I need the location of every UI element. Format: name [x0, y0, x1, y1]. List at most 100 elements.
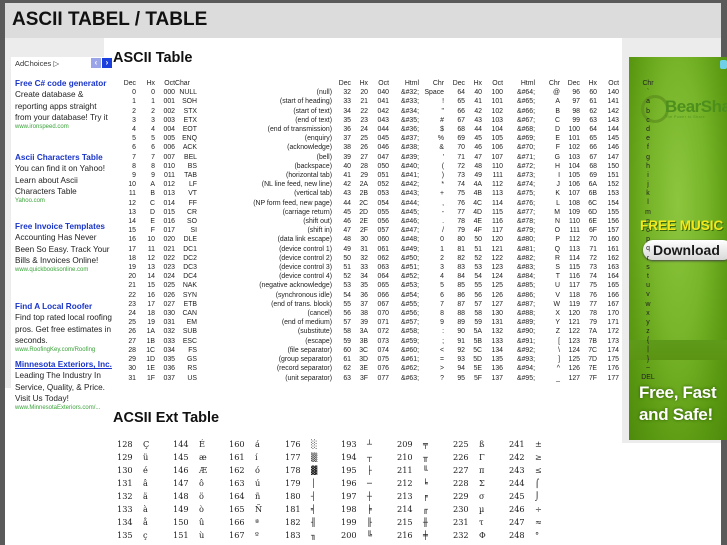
- table-cell: &#55;: [400, 300, 419, 308]
- table-cell: DC4: [183, 273, 197, 281]
- table-cell: 1: [440, 245, 444, 253]
- table-cell: ú: [255, 478, 261, 488]
- table-cell: 61: [343, 356, 351, 364]
- table-cell: (NP form feed, new page): [253, 199, 332, 207]
- table-cell: ETX: [183, 116, 197, 124]
- table-cell: 2: [151, 107, 155, 115]
- table-cell: 66: [457, 107, 465, 115]
- ad-item[interactable]: Free C# code generator Create database &…: [15, 78, 115, 132]
- ad-url[interactable]: www.quickbooksonline.com: [15, 266, 115, 275]
- table-cell: 6B: [588, 190, 597, 198]
- table-cell: 22: [128, 291, 136, 299]
- table-cell: 55: [343, 300, 351, 308]
- table-cell: 6D: [588, 208, 597, 216]
- table-cell: 72: [589, 254, 597, 262]
- table-cell: &#37;: [400, 135, 419, 143]
- ad-item[interactable]: Ascii Characters Table You can find it o…: [15, 152, 115, 206]
- table-cell: 3A: [359, 328, 368, 336]
- ad-next-button[interactable]: ›: [102, 58, 112, 68]
- table-cell: Γ: [479, 452, 485, 462]
- table-cell: 117: [569, 282, 580, 290]
- ad-title[interactable]: Free C# code generator: [15, 78, 115, 89]
- table-cell: 24: [128, 310, 136, 318]
- table-cell: (end of medium): [281, 319, 332, 327]
- table-cell: P: [555, 236, 560, 244]
- table-cell: ENQ: [182, 135, 197, 143]
- table-cell: 103: [568, 153, 581, 161]
- table-cell: K: [555, 190, 560, 198]
- ad-url[interactable]: www.MinnesotaExteriors.com/...: [15, 404, 115, 413]
- table-cell: (bell): [316, 153, 332, 161]
- table-cell: ▒: [311, 452, 318, 462]
- table-cell: 165: [607, 282, 620, 290]
- table-cell: 130: [491, 310, 504, 318]
- table-cell: 59: [474, 319, 482, 327]
- table-cell: }: [646, 355, 650, 363]
- table-cell: 14: [147, 273, 155, 281]
- table-cell: 1F: [146, 374, 155, 382]
- table-cell: BEL: [183, 153, 197, 161]
- table-cell: 20: [128, 273, 136, 281]
- column-header: Hx: [588, 80, 597, 87]
- table-cell: 193: [341, 439, 357, 449]
- table-row: 129 ü 145 æ 161 í 177 ▒ 194 ┬ 210 ╥ 226 Γ 242 ≥: [117, 451, 565, 464]
- table-cell: 106: [491, 144, 504, 152]
- table-cell: &#66;: [516, 107, 535, 115]
- table-cell: 003: [163, 116, 176, 124]
- table-cell: 122: [568, 328, 581, 336]
- table-cell: &#95;: [516, 374, 535, 382]
- ad-title[interactable]: Ascii Characters Table: [15, 152, 115, 163]
- table-cell: 148: [173, 491, 189, 501]
- ad-prev-button[interactable]: ‹: [91, 58, 101, 68]
- table-cell: 4C: [473, 199, 482, 207]
- ad-url[interactable]: www.ironspeed.com: [15, 123, 115, 132]
- table-cell: 175: [607, 356, 620, 364]
- column-header: Dec: [338, 80, 351, 87]
- table-cell: ╒: [423, 491, 428, 501]
- table-cell: 120: [568, 310, 581, 318]
- ad-title[interactable]: Free Invoice Templates: [15, 221, 115, 232]
- table-cell: ô: [199, 478, 204, 488]
- table-cell: US: [187, 374, 197, 382]
- ad-body: Create database & reporting apps straigh…: [15, 90, 108, 122]
- adchoices-label[interactable]: AdChoices ▷: [15, 59, 59, 68]
- table-cell: 84: [457, 273, 465, 281]
- table-cell: %: [437, 135, 444, 143]
- ad-url[interactable]: Yahoo.com: [15, 197, 115, 206]
- table-cell: &#59;: [400, 337, 419, 345]
- ad-item[interactable]: Free Invoice Templates Accounting Has Ne…: [15, 221, 115, 275]
- table-cell: 242: [509, 452, 525, 462]
- table-cell: 194: [341, 452, 357, 462]
- table-cell: 5F: [473, 374, 482, 382]
- adchoices-icon[interactable]: [720, 60, 727, 69]
- table-cell: 043: [377, 116, 390, 124]
- table-cell: (shift out): [303, 218, 332, 226]
- table-cell: &#70;: [516, 144, 535, 152]
- table-cell: 135: [117, 530, 133, 540]
- table-cell: 5: [151, 135, 155, 143]
- table-cell: (start of text): [293, 107, 332, 115]
- table-cell: 230: [453, 504, 469, 514]
- table-cell: 36: [343, 126, 351, 134]
- ad-item[interactable]: Find A Local Roofer Find top rated local…: [15, 301, 115, 355]
- table-cell: 213: [397, 491, 413, 501]
- table-cell: ESC: [182, 337, 197, 345]
- table-cell: &#89;: [516, 319, 535, 327]
- ad-title[interactable]: Find A Local Roofer: [15, 301, 115, 312]
- table-cell: SYN: [182, 291, 197, 299]
- table-cell: 7E: [588, 365, 597, 373]
- table-cell: (NL line feed, new line): [261, 181, 332, 189]
- table-cell: 6: [151, 144, 155, 152]
- column-header: Oct: [608, 80, 619, 87]
- table-cell: 011: [164, 172, 175, 180]
- ad-url[interactable]: www.RoofingKey.com/Roofing: [15, 346, 115, 355]
- ad-title[interactable]: Minnesota Exteriors, Inc.: [15, 359, 115, 370]
- table-cell: (end of text): [295, 116, 332, 124]
- table-cell: BS: [187, 162, 197, 170]
- table-cell: |: [647, 346, 649, 354]
- table-cell: Q: [554, 245, 560, 253]
- table-cell: 155: [607, 208, 620, 216]
- table-cell: i: [647, 171, 649, 179]
- ad-item[interactable]: Minnesota Exteriors, Inc. Leading The In…: [15, 359, 115, 413]
- table-cell: &#33;: [400, 98, 419, 106]
